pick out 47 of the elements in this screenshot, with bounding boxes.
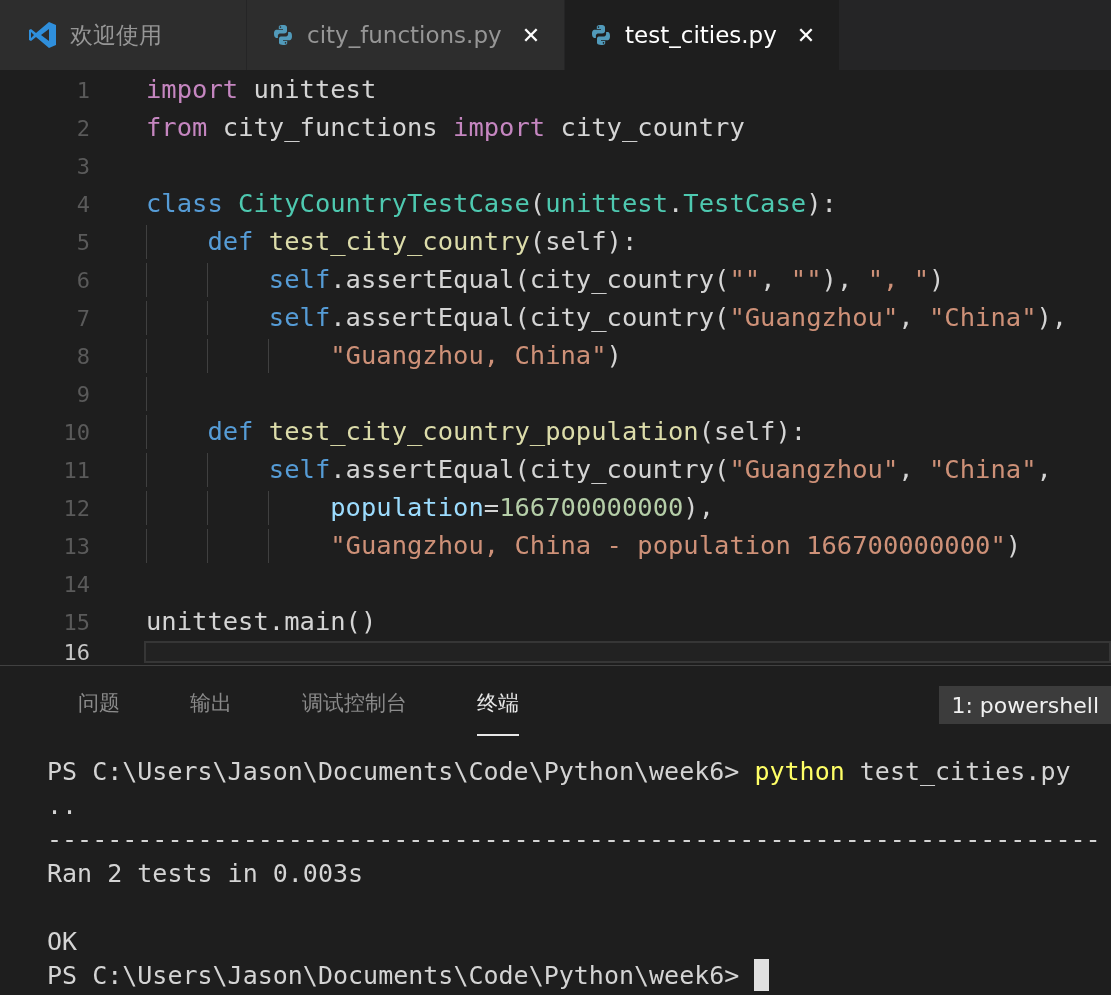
terminal-line: PS C:\Users\Jason\Documents\Code\Python\week6> — [47, 962, 741, 988]
terminal-selector[interactable]: 1: powershell — [939, 686, 1111, 724]
code-line: population=166700000000), — [329, 495, 715, 521]
code-line: self.assertEqual(city_country("", ""), ", ") — [267, 267, 945, 293]
terminal-cursor — [754, 959, 770, 991]
line-number: 5 — [75, 228, 90, 257]
editor-tab[interactable]: 欢迎使用 — [0, 0, 247, 70]
close-icon[interactable]: ✕ — [796, 18, 816, 52]
code-line: from city_functions import city_country — [146, 115, 745, 141]
terminal-line: Ran 2 tests in 0.003s — [47, 860, 364, 886]
python-file-icon — [271, 23, 295, 47]
line-number: 4 — [75, 190, 90, 219]
editor-tab[interactable]: test_cities.py ✕ — [565, 0, 841, 70]
line-number: 12 — [62, 494, 90, 523]
terminal-line: .. — [47, 792, 78, 818]
line-number: 10 — [62, 418, 90, 447]
line-number: 15 — [62, 608, 90, 637]
vscode-logo-icon — [28, 20, 58, 50]
line-number: 8 — [75, 342, 90, 371]
code-line: unittest.main() — [146, 609, 377, 635]
code-line: def test_city_country(self): — [206, 229, 638, 255]
code-line: "Guangzhou, China") — [329, 343, 622, 369]
code-line: "Guangzhou, China - population 166700000000") — [329, 533, 1022, 559]
terminal-line: PS C:\Users\Jason\Documents\Code\Python\week6> python test_cities.py — [47, 758, 1071, 784]
line-number: 1 — [75, 76, 90, 105]
panel-tab[interactable]: 问题 — [78, 674, 120, 736]
code-line: def test_city_country_population(self): — [206, 419, 807, 445]
line-number: 14 — [62, 570, 90, 599]
line-number: 6 — [75, 266, 90, 295]
line-number: 11 — [62, 456, 90, 485]
line-number: 9 — [75, 380, 90, 409]
line-number: 16 — [62, 641, 90, 663]
code-line: class CityCountryTestCase(unittest.TestCase): — [146, 191, 837, 217]
code-line: self.assertEqual(city_country("Guangzhou", "China"), — [267, 305, 1068, 331]
code-line: import unittest — [146, 77, 377, 103]
line-number: 3 — [75, 152, 90, 181]
editor-tab[interactable]: city_functions.py ✕ — [247, 0, 566, 70]
line-number: 13 — [62, 532, 90, 561]
terminal-line: ---------------------------------------------------------------------- — [47, 826, 1101, 852]
panel-tab[interactable]: 调试控制台 — [302, 674, 407, 736]
panel-tab[interactable]: 输出 — [190, 674, 232, 736]
terminal-line: OK — [47, 928, 78, 954]
panel-tab[interactable]: 终端 — [477, 674, 519, 736]
line-number: 7 — [75, 304, 90, 333]
close-icon[interactable]: ✕ — [521, 18, 541, 52]
code-line: self.assertEqual(city_country("Guangzhou", "China", — [267, 457, 1052, 483]
line-number: 2 — [75, 114, 90, 143]
